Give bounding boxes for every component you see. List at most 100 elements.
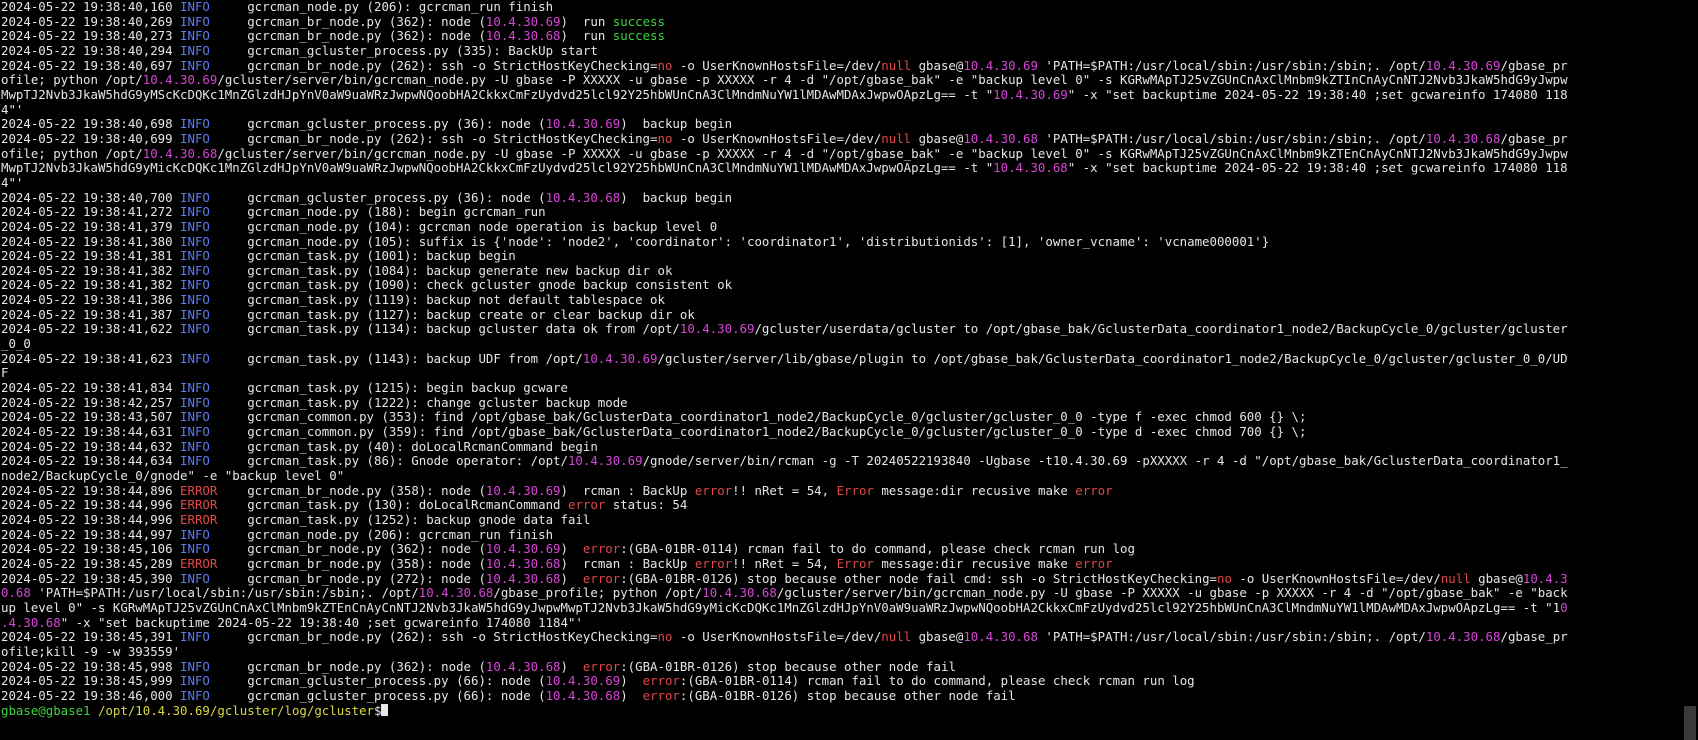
log-segment: gcrcman_br_node.py (272): node ( <box>209 570 486 586</box>
log-segment: gbase@ <box>911 57 964 73</box>
log-segment: 'PATH=$PATH:/usr/local/sbin:/usr/sbin:/s… <box>1037 629 1426 645</box>
scroll-thumb[interactable] <box>1684 706 1696 740</box>
log-segment: 10.4.30.69 <box>485 13 561 29</box>
log-segment: ofile; python /opt/ <box>1 72 143 88</box>
log-segment: :(GBA-01BR-0114) rcman fail to do comman… <box>679 673 1195 689</box>
log-segment: null <box>881 130 912 146</box>
log-segment: gcrcman_br_node.py (358): node ( <box>217 555 486 571</box>
log-segment: ERROR <box>180 555 218 571</box>
text-cursor <box>381 703 389 716</box>
log-segment: gcrcman_task.py (1143): backup UDF from … <box>209 350 583 366</box>
log-segment: INFO <box>180 218 210 234</box>
log-segment: 2024-05-22 19:38:45,391 <box>1 629 181 645</box>
log-segment: gcrcman_br_node.py (362): node ( <box>209 13 486 29</box>
log-segment: gcrcman_br_node.py (362): node ( <box>209 28 486 44</box>
log-segment: 10.4.30.68 <box>485 658 561 674</box>
log-segment: 2024-05-22 19:38:41,382 <box>1 262 181 278</box>
log-segment: 10.4.30.69 <box>545 116 621 132</box>
log-segment: error <box>642 673 680 689</box>
log-segment: gcrcman_br_node.py (358): node ( <box>217 482 486 498</box>
log-line: 2024-05-22 19:38:44,634 INFO gcrcman_tas… <box>1 454 1681 469</box>
log-line: 2024-05-22 19:38:45,998 INFO gcrcman_br_… <box>1 658 1681 675</box>
log-segment: INFO <box>180 277 210 293</box>
log-segment: /gcluster/server/bin/gcrcman_node.py -U … <box>217 72 1568 88</box>
log-segment: success <box>612 28 665 44</box>
log-segment: 10.4.30.68 <box>963 130 1038 146</box>
log-segment: 2024-05-22 19:38:41,386 <box>1 292 181 308</box>
log-segment: gcrcman_node.py (104): gcrcman node oper… <box>209 218 718 234</box>
log-segment: 10.4.30.68 <box>1425 130 1501 146</box>
log-segment: 2024-05-22 19:38:41,382 <box>1 277 181 293</box>
log-segment: 2024-05-22 19:38:40,160 <box>1 0 181 14</box>
log-segment: 4"' <box>1 101 24 117</box>
log-segment: INFO <box>180 424 210 440</box>
log-segment: gcrcman_task.py (1127): backup create or… <box>209 306 695 322</box>
log-segment: INFO <box>180 409 210 425</box>
log-segment: gcrcman_br_node.py (262): ssh -o StrictH… <box>209 130 658 146</box>
log-segment: 'PATH=$PATH:/usr/local/sbin:/usr/sbin:/s… <box>30 585 419 601</box>
log-line: 2024-05-22 19:38:45,390 INFO gcrcman_br_… <box>1 570 1681 587</box>
log-line: 2024-05-22 19:38:41,387 INFO gcrcman_tas… <box>1 306 1681 323</box>
log-segment: gcrcman_task.py (1119): backup not defau… <box>209 292 665 308</box>
log-line: MwpTJ2Nvb3JkaW5hdG9yMicKcDQKc1MnZGlzdHJp… <box>1 160 1681 176</box>
log-line: 2024-05-22 19:38:41,272 INFO gcrcman_nod… <box>1 204 1681 220</box>
log-segment: 2024-05-22 19:38:40,699 <box>1 130 181 146</box>
log-line: 2024-05-22 19:38:44,632 INFO gcrcman_tas… <box>1 439 1681 455</box>
log-segment: F <box>1 365 9 381</box>
log-segment: no <box>657 57 673 73</box>
log-segment: ) run <box>560 13 613 29</box>
log-segment: error <box>582 658 621 674</box>
log-line: 4"' <box>1 175 1681 191</box>
log-segment: no <box>1217 570 1232 586</box>
log-segment: ) <box>560 658 583 674</box>
shell-prompt[interactable]: gbase@gbase1 /opt/10.4.30.69/gcluster/lo… <box>1 703 1681 719</box>
log-segment: 2024-05-22 19:38:45,106 <box>1 541 181 557</box>
log-segment: INFO <box>180 0 210 14</box>
log-segment: 2024-05-22 19:38:42,257 <box>1 394 181 410</box>
log-segment: INFO <box>180 248 210 264</box>
log-line: 2024-05-22 19:38:45,289 ERROR gcrcman_br… <box>1 555 1681 572</box>
log-line: ofile; python /opt/10.4.30.69/gcluster/s… <box>1 72 1681 88</box>
log-line: 2024-05-22 19:38:40,294 INFO gcrcman_gcl… <box>1 43 1681 59</box>
log-segment: :(GBA-01BR-0126) stop because other node… <box>620 570 1218 586</box>
log-line: 0.68 'PATH=$PATH:/usr/local/sbin:/usr/sb… <box>1 585 1681 601</box>
log-segment: gcrcman_common.py (353): find /opt/gbase… <box>209 409 1307 425</box>
log-segment: error <box>1075 555 1113 571</box>
log-segment: _0_0 <box>1 336 31 352</box>
log-segment: gcrcman_gcluster_process.py (36): node ( <box>209 116 546 132</box>
log-segment: gcrcman_gcluster_process.py (66): node ( <box>209 687 546 703</box>
log-line: _0_0 <box>1 336 1681 352</box>
log-line: 2024-05-22 19:38:40,160 INFO gcrcman_nod… <box>1 0 1681 15</box>
log-line: F <box>1 366 1681 381</box>
log-line: 2024-05-22 19:38:40,273 INFO gcrcman_br_… <box>1 28 1681 44</box>
log-segment: INFO <box>180 204 210 220</box>
log-line: 2024-05-22 19:38:41,386 INFO gcrcman_tas… <box>1 292 1681 308</box>
log-segment: MwpTJ2Nvb3JkaW5hdG9yMicKcDQKc1MnZGlzdHJp… <box>1 160 994 176</box>
log-segment: 10.4.30.69 <box>993 86 1068 102</box>
log-segment: -o UserKnownHostsFile=/dev/ <box>672 629 882 645</box>
log-line: 2024-05-22 19:38:40,269 INFO gcrcman_br_… <box>1 13 1681 30</box>
log-segment: :(GBA-01BR-0114) rcman fail to do comman… <box>620 541 1135 557</box>
log-line: 2024-05-22 19:38:44,896 ERROR gcrcman_br… <box>1 482 1681 499</box>
log-line: 2024-05-22 19:38:45,106 INFO gcrcman_br_… <box>1 541 1681 557</box>
terminal-output[interactable]: 2024-05-22 19:38:40,160 INFO gcrcman_nod… <box>1 0 1681 740</box>
log-segment: gcrcman_gcluster_process.py (36): node ( <box>209 189 546 205</box>
log-segment: 10.4.30.69 <box>545 673 621 689</box>
log-segment: gcrcman_task.py (1090): check gcluster g… <box>209 277 733 293</box>
log-segment: gcrcman_task.py (1084): backup generate … <box>209 262 673 278</box>
log-segment: INFO <box>180 526 210 542</box>
scrollbar[interactable] <box>1681 0 1698 740</box>
log-segment: ) backup begin <box>620 116 733 132</box>
log-segment: 2024-05-22 19:38:44,997 <box>1 526 181 542</box>
log-segment: 2024-05-22 19:38:45,998 <box>1 658 181 674</box>
log-segment: 2024-05-22 19:38:40,698 <box>1 116 181 132</box>
log-segment: INFO <box>180 350 210 366</box>
log-segment: 2024-05-22 19:38:45,999 <box>1 673 181 689</box>
log-segment: gbase@ <box>1470 570 1523 586</box>
log-segment: up level 0" -s KGRwMApTJ25vZGUnCnAxClMnb… <box>1 599 1561 615</box>
log-segment: 10.4.30.69 <box>963 57 1038 73</box>
log-segment: " -x "set backuptime 2024-05-22 19:38:40… <box>1067 86 1568 102</box>
log-segment: .4.30.68 <box>1 614 61 630</box>
log-segment: 'PATH=$PATH:/usr/local/sbin:/usr/sbin:/s… <box>1037 130 1426 146</box>
log-segment: /gcluster/server/bin/gcrcman_node.py -U … <box>217 145 1568 161</box>
